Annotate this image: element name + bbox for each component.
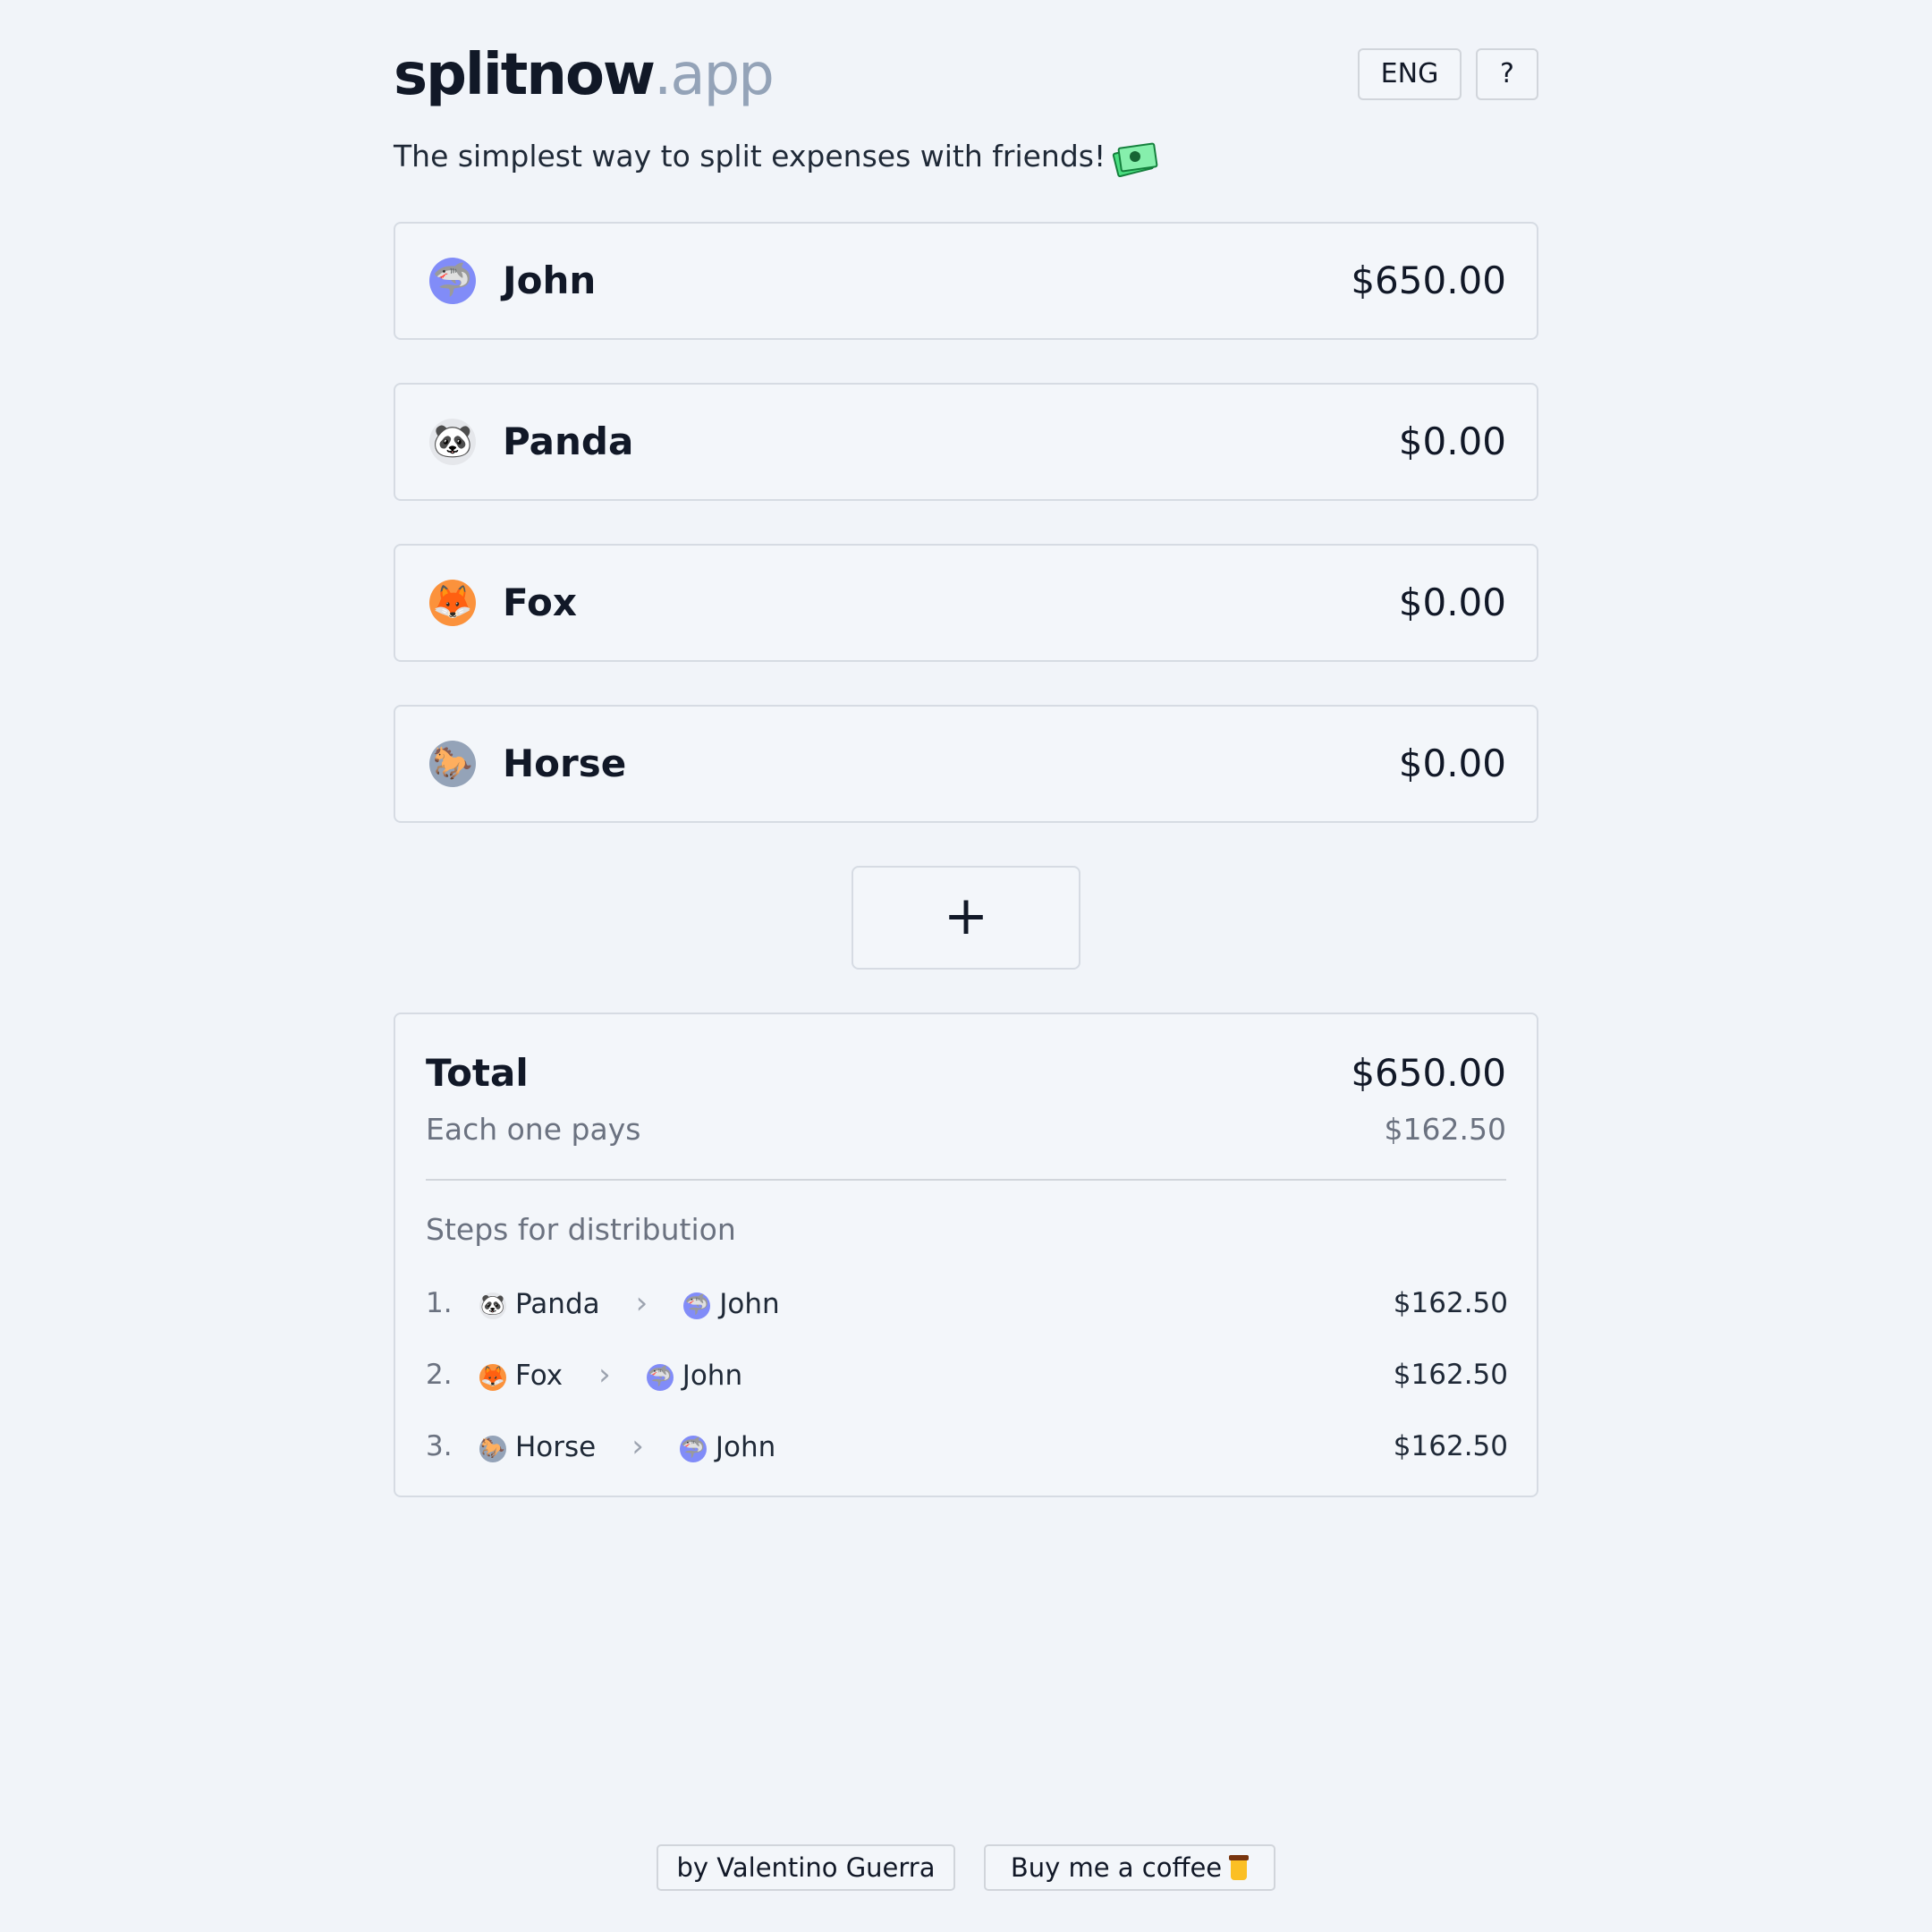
step-to: John xyxy=(715,1431,776,1463)
each-pays-label: Each one pays xyxy=(426,1112,641,1147)
author-link[interactable]: by Valentino Guerra xyxy=(657,1844,955,1891)
person-row-fox[interactable]: 🦊 Fox $0.00 xyxy=(394,544,1538,662)
logo-tld: .app xyxy=(654,42,775,108)
step-from: Fox xyxy=(515,1360,564,1392)
money-icon xyxy=(1112,140,1158,178)
step-number: 3. xyxy=(426,1430,453,1462)
header: splitnow.app ENG ? xyxy=(394,39,1538,114)
shark-icon[interactable]: 🦈 xyxy=(429,258,476,304)
fox-icon: 🦊 xyxy=(479,1364,506,1391)
step-number: 2. xyxy=(426,1359,453,1391)
step-row: 2. 🦊 Fox › 🦈 John $162.50 xyxy=(426,1352,1508,1397)
steps-title: Steps for distribution xyxy=(426,1212,736,1247)
step-to: John xyxy=(719,1288,780,1320)
person-name: Fox xyxy=(503,580,577,624)
panda-icon: 🐼 xyxy=(479,1292,506,1319)
step-to: John xyxy=(682,1360,743,1392)
step-from: Panda xyxy=(515,1288,600,1320)
add-person-button[interactable]: + xyxy=(852,866,1080,970)
step-amount: $162.50 xyxy=(1393,1359,1508,1391)
shark-icon: 🦈 xyxy=(683,1292,711,1319)
person-amount: $0.00 xyxy=(1398,419,1506,463)
chevron-right-icon: › xyxy=(631,1428,644,1464)
logo-brand: splitnow xyxy=(394,42,656,108)
person-name: Horse xyxy=(503,741,627,785)
step-amount: $162.50 xyxy=(1393,1430,1508,1462)
coffee-label: Buy me a coffee xyxy=(1010,1852,1223,1883)
fox-icon[interactable]: 🦊 xyxy=(429,580,476,626)
person-amount: $0.00 xyxy=(1398,580,1506,624)
total-value: $650.00 xyxy=(1351,1051,1506,1095)
horse-icon[interactable]: 🐎 xyxy=(429,741,476,787)
horse-icon: 🐎 xyxy=(479,1436,506,1462)
help-button[interactable]: ? xyxy=(1476,48,1538,100)
buy-coffee-link[interactable]: Buy me a coffee xyxy=(984,1844,1275,1891)
chevron-right-icon: › xyxy=(598,1357,611,1393)
person-name: John xyxy=(503,258,597,302)
shark-icon: 🦈 xyxy=(646,1364,674,1391)
person-row-john[interactable]: 🦈 John $650.00 xyxy=(394,222,1538,340)
total-label: Total xyxy=(426,1051,529,1095)
summary-card: Total $650.00 Each one pays $162.50 Step… xyxy=(394,1013,1538,1497)
person-amount: $0.00 xyxy=(1398,741,1506,785)
step-number: 1. xyxy=(426,1287,453,1319)
tagline: The simplest way to split expenses with … xyxy=(394,134,1158,179)
person-name: Panda xyxy=(503,419,634,463)
each-pays-value: $162.50 xyxy=(1384,1112,1506,1147)
tagline-text: The simplest way to split expenses with … xyxy=(394,139,1106,174)
panda-icon[interactable]: 🐼 xyxy=(429,419,476,465)
shark-icon: 🦈 xyxy=(679,1436,707,1462)
person-amount: $650.00 xyxy=(1351,258,1506,302)
logo: splitnow.app xyxy=(394,39,775,111)
step-amount: $162.50 xyxy=(1393,1287,1508,1319)
language-button[interactable]: ENG xyxy=(1358,48,1462,100)
step-from: Horse xyxy=(515,1431,597,1463)
person-row-horse[interactable]: 🐎 Horse $0.00 xyxy=(394,705,1538,823)
person-row-panda[interactable]: 🐼 Panda $0.00 xyxy=(394,383,1538,501)
step-row: 3. 🐎 Horse › 🦈 John $162.50 xyxy=(426,1424,1508,1469)
step-row: 1. 🐼 Panda › 🦈 John $162.50 xyxy=(426,1281,1508,1326)
coffee-icon xyxy=(1229,1855,1250,1882)
divider xyxy=(426,1179,1506,1181)
chevron-right-icon: › xyxy=(635,1285,648,1321)
